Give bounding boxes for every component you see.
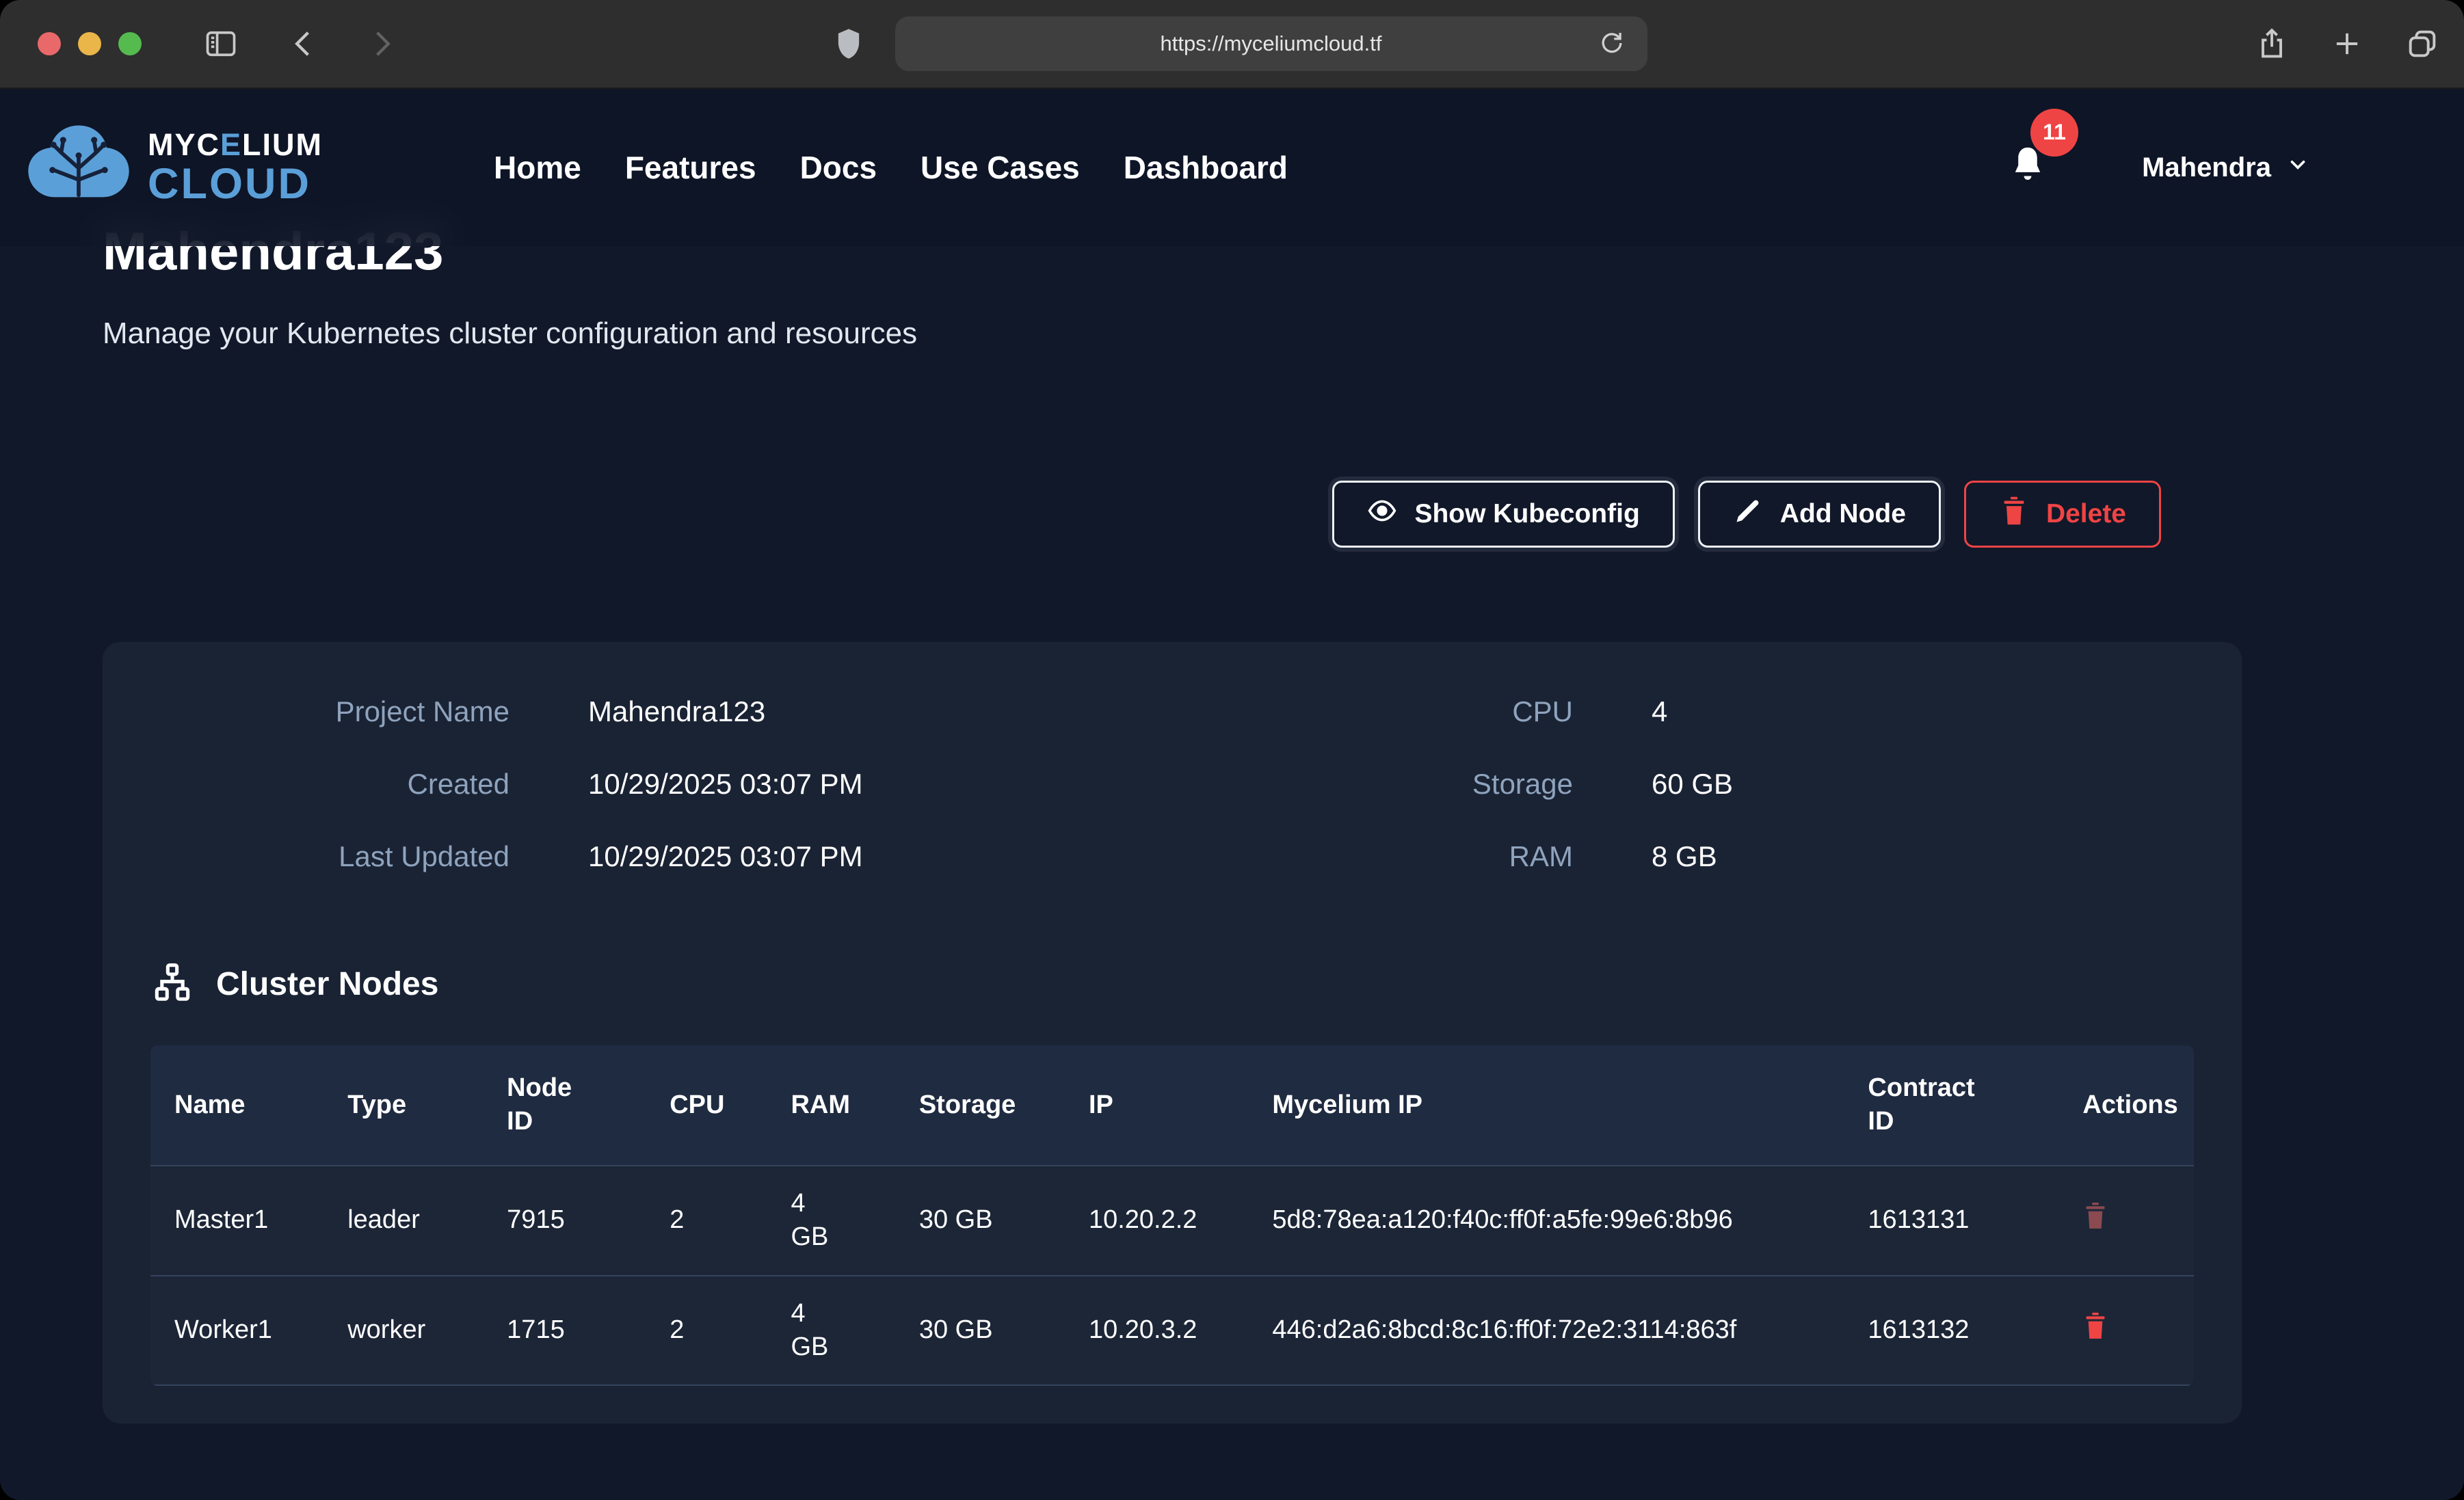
last-updated-value: 10/29/2025 03:07 PM <box>588 840 1279 873</box>
cluster-info-grid: Project Name Mahendra123 CPU 4 Created 1… <box>150 695 2194 873</box>
created-value: 10/29/2025 03:07 PM <box>588 768 1279 801</box>
cell-ip: 10.20.2.2 <box>1065 1166 1248 1276</box>
cluster-nodes-table: Name Type Node ID CPU RAM Storage IP Myc… <box>150 1045 2194 1386</box>
brand-name: MYCELIUM CLOUD <box>148 129 323 206</box>
col-type: Type <box>323 1045 483 1166</box>
col-node-id: Node ID <box>483 1045 646 1166</box>
project-name-label: Project Name <box>150 695 588 728</box>
nav-item-home[interactable]: Home <box>494 149 581 186</box>
brand-logo[interactable]: MYCELIUM CLOUD <box>21 117 323 219</box>
cluster-actions: Show Kubeconfig Add Node <box>103 481 2161 548</box>
pencil-icon <box>1733 496 1763 533</box>
show-kubeconfig-button[interactable]: Show Kubeconfig <box>1332 481 1674 548</box>
new-tab-icon[interactable] <box>2329 26 2365 62</box>
window-controls <box>38 32 142 55</box>
trash-icon <box>1999 496 2029 533</box>
address-bar[interactable]: https://myceliumcloud.tf <box>895 16 1647 71</box>
page-subtitle: Manage your Kubernetes cluster configura… <box>103 317 2242 351</box>
user-name: Mahendra <box>2142 152 2271 183</box>
col-mycelium-ip: Mycelium IP <box>1248 1045 1844 1166</box>
ram-value: 8 GB <box>1607 840 2194 873</box>
cell-ram: 4 GB <box>767 1276 895 1386</box>
cell-ram: 4 GB <box>767 1166 895 1276</box>
last-updated-label: Last Updated <box>150 840 588 873</box>
zoom-window-button[interactable] <box>118 32 142 55</box>
reload-icon[interactable] <box>1593 27 1631 61</box>
cpu-label: CPU <box>1279 695 1607 728</box>
share-icon[interactable] <box>2254 26 2290 62</box>
col-name: Name <box>150 1045 323 1166</box>
cell-contract-id: 1613131 <box>1844 1166 2058 1276</box>
url-text: https://myceliumcloud.tf <box>1161 31 1382 56</box>
cluster-nodes-heading: Cluster Nodes <box>150 961 2194 1008</box>
browser-toolbar: https://myceliumcloud.tf <box>0 0 2464 89</box>
col-cpu: CPU <box>646 1045 767 1166</box>
storage-value: 60 GB <box>1607 768 2194 801</box>
cell-storage: 30 GB <box>895 1166 1065 1276</box>
cell-mycelium-ip: 5d8:78ea:a120:f40c:ff0f:a5fe:99e6:8b96 <box>1248 1166 1844 1276</box>
storage-label: Storage <box>1279 768 1607 801</box>
cell-node-id: 7915 <box>483 1166 646 1276</box>
ram-label: RAM <box>1279 840 1607 873</box>
table-header-row: Name Type Node ID CPU RAM Storage IP Myc… <box>150 1045 2194 1166</box>
table-row: Master1 leader 7915 2 4 GB 30 GB 10.20.2… <box>150 1166 2194 1276</box>
nav-item-features[interactable]: Features <box>625 149 756 186</box>
cell-node-id: 1715 <box>483 1276 646 1386</box>
cell-type: leader <box>323 1166 483 1276</box>
eye-icon <box>1367 496 1397 533</box>
cell-name: Worker1 <box>150 1276 323 1386</box>
sidebar-toggle-icon[interactable] <box>203 26 239 62</box>
trash-icon <box>2082 1201 2108 1233</box>
cell-actions <box>2058 1166 2194 1276</box>
delete-node-button[interactable] <box>2082 1311 2108 1343</box>
privacy-shield-icon[interactable] <box>831 26 866 62</box>
notification-badge: 11 <box>2030 109 2078 157</box>
table-row: Worker1 worker 1715 2 4 GB 30 GB 10.20.3… <box>150 1276 2194 1386</box>
mycelium-cloud-logo-icon <box>21 117 137 219</box>
project-name-value: Mahendra123 <box>588 695 1279 728</box>
cell-name: Master1 <box>150 1166 323 1276</box>
tab-overview-icon[interactable] <box>2405 26 2440 62</box>
minimize-window-button[interactable] <box>78 32 101 55</box>
created-label: Created <box>150 768 588 801</box>
col-ip: IP <box>1065 1045 1248 1166</box>
delete-node-button[interactable] <box>2082 1201 2108 1233</box>
col-contract-id: Contract ID <box>1844 1045 2058 1166</box>
cluster-nodes-icon <box>150 961 194 1008</box>
cpu-value: 4 <box>1607 695 2194 728</box>
back-icon[interactable] <box>287 26 322 62</box>
bell-icon <box>2007 180 2048 191</box>
cell-actions <box>2058 1276 2194 1386</box>
trash-icon <box>2082 1311 2108 1343</box>
nav-item-dashboard[interactable]: Dashboard <box>1124 149 1288 186</box>
main-nav: Home Features Docs Use Cases Dashboard <box>494 149 1288 186</box>
cell-cpu: 2 <box>646 1276 767 1386</box>
cell-contract-id: 1613132 <box>1844 1276 2058 1386</box>
col-actions: Actions <box>2058 1045 2194 1166</box>
cell-storage: 30 GB <box>895 1276 1065 1386</box>
forward-icon[interactable] <box>363 26 399 62</box>
site-header: MYCELIUM CLOUD Home Features Docs Use Ca… <box>0 89 2464 246</box>
cell-type: worker <box>323 1276 483 1386</box>
delete-cluster-button[interactable]: Delete <box>1964 481 2161 548</box>
webpage: MYCELIUM CLOUD Home Features Docs Use Ca… <box>0 89 2464 1500</box>
cell-cpu: 2 <box>646 1166 767 1276</box>
nav-item-docs[interactable]: Docs <box>800 149 877 186</box>
user-menu[interactable]: Mahendra <box>2138 152 2314 184</box>
chevron-down-icon <box>2286 152 2309 183</box>
cluster-detail-main: Mahendra123 Manage your Kubernetes clust… <box>0 89 2464 1423</box>
add-node-button[interactable]: Add Node <box>1698 481 1941 548</box>
col-ram: RAM <box>767 1045 895 1166</box>
notifications-button[interactable]: 11 <box>2003 144 2052 191</box>
cell-mycelium-ip: 446:d2a6:8bcd:8c16:ff0f:72e2:3114:863f <box>1248 1276 1844 1386</box>
col-storage: Storage <box>895 1045 1065 1166</box>
cell-ip: 10.20.3.2 <box>1065 1276 1248 1386</box>
close-window-button[interactable] <box>38 32 61 55</box>
cluster-info-card: Project Name Mahendra123 CPU 4 Created 1… <box>103 642 2242 1423</box>
nav-item-use-cases[interactable]: Use Cases <box>920 149 1080 186</box>
browser-window: https://myceliumcloud.tf <box>0 0 2464 1500</box>
